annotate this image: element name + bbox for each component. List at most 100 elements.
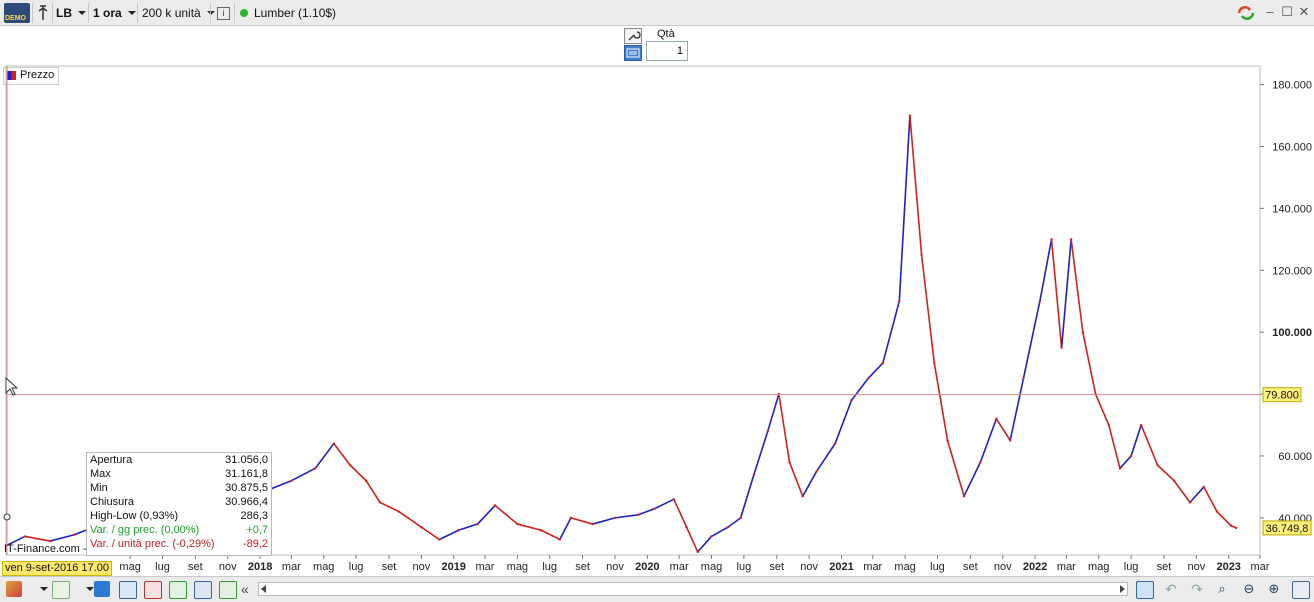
info-icon: i (217, 6, 230, 20)
chevron-down-icon (78, 11, 86, 15)
infobox-value: -89,2 (242, 538, 268, 550)
price-segment (1189, 486, 1205, 503)
price-segment (638, 507, 656, 516)
chevron-down-icon[interactable] (40, 587, 48, 591)
infobox-row: Max 31.161,8 (87, 467, 271, 481)
zoom-in-icon[interactable]: ⊕ (1266, 581, 1282, 597)
scroll-right-icon[interactable] (1120, 585, 1125, 593)
x-tick-label: set (188, 561, 203, 573)
price-point (1050, 238, 1053, 241)
close-icon[interactable]: ✕ (1297, 5, 1311, 19)
price-segment (673, 498, 688, 528)
x-tick-label: mag (507, 561, 528, 573)
wrench-icon[interactable] (624, 28, 642, 44)
price-point (898, 300, 901, 303)
horizontal-scrollbar[interactable] (258, 582, 1128, 596)
price-point (1202, 485, 1205, 489)
maximize-icon[interactable]: ☐ (1280, 5, 1294, 19)
price-segment (1130, 424, 1142, 457)
interval-select[interactable]: 1 ora (93, 3, 136, 23)
price-point (314, 467, 317, 470)
price-point (1139, 423, 1143, 427)
price-segment (815, 443, 836, 472)
y-tick-label: 120.000 (1272, 265, 1312, 277)
infobox-value: 286,3 (240, 510, 268, 522)
price-segment (540, 529, 561, 541)
x-tick-label: mar (282, 561, 301, 573)
undo-icon[interactable]: ↶ (1163, 581, 1179, 597)
price-point (752, 473, 756, 476)
zoom-fit-icon[interactable] (1136, 581, 1154, 599)
infobox-row: High-Low (0,93%) 286,3 (87, 509, 271, 523)
tools-icon[interactable] (36, 3, 50, 23)
x-tick-label: lug (542, 561, 557, 573)
indicator-icon[interactable] (6, 581, 22, 597)
cursor-arrow-icon (5, 376, 19, 396)
export-icon[interactable] (219, 581, 237, 599)
minimize-icon[interactable]: – (1263, 5, 1277, 19)
chevron-down-icon[interactable] (86, 587, 94, 591)
x-tick-label: 2018 (248, 561, 272, 573)
keyboard-icon[interactable] (624, 45, 642, 61)
price-point (1022, 377, 1025, 380)
price-point (1094, 392, 1097, 396)
price-segment (570, 517, 593, 525)
share-icon[interactable] (94, 581, 110, 597)
price-segment (933, 362, 949, 441)
comment-icon[interactable] (119, 581, 137, 599)
price-segment (314, 443, 335, 469)
price-segment (49, 534, 75, 542)
x-tick-label: nov (219, 561, 237, 573)
legend-label: Prezzo (20, 69, 55, 81)
interval-label: 1 ora (93, 6, 122, 20)
chart-type-icon[interactable] (52, 581, 70, 599)
qty-input[interactable] (646, 41, 688, 61)
redo-icon[interactable]: ↷ (1189, 581, 1205, 597)
x-tick-label: mar (1251, 561, 1270, 573)
price-point (962, 494, 966, 498)
table-icon[interactable] (169, 581, 187, 599)
x-tick-label: set (382, 561, 397, 573)
price-segment (614, 513, 639, 519)
price-point (685, 525, 688, 529)
scroll-left-icon[interactable] (261, 585, 266, 593)
price-point (788, 460, 791, 464)
price-point (1172, 479, 1176, 482)
price-segment (1070, 239, 1084, 333)
x-tick-label: mag (701, 561, 722, 573)
x-tick-label: lug (155, 561, 170, 573)
infobox-label: Max (90, 468, 111, 480)
x-tick-label: nov (800, 561, 818, 573)
price-segment (398, 511, 422, 528)
info-button[interactable]: i (217, 3, 230, 23)
x-tick-label: mag (313, 561, 334, 573)
ticker-select[interactable]: LB (56, 3, 86, 23)
price-point (672, 498, 676, 501)
price-legend[interactable]: Prezzo (3, 67, 60, 85)
price-segment (1039, 239, 1053, 302)
zoom-area-icon[interactable]: ⌕ (1214, 581, 1230, 597)
window-icon[interactable] (194, 581, 212, 599)
zoom-out-icon[interactable]: ⊖ (1241, 581, 1257, 597)
price-point (569, 516, 573, 520)
infobox-value: +0,7 (246, 524, 268, 536)
infobox-row: Min 30.875,5 (87, 481, 271, 495)
refresh-icon[interactable] (1236, 3, 1256, 23)
x-tick-label: mar (476, 561, 495, 573)
x-tick-label: 2021 (829, 561, 853, 573)
settings-icon[interactable] (1292, 581, 1310, 599)
price-point (739, 516, 742, 520)
infobox-row: Chiusura 30.966,4 (87, 495, 271, 509)
price-segment (1108, 424, 1121, 469)
list-icon[interactable] (144, 581, 162, 599)
collapse-icon[interactable]: « (241, 581, 249, 597)
demo-badge-icon[interactable]: DEMO (4, 3, 30, 23)
price-point (1234, 526, 1238, 530)
price-point (349, 464, 352, 467)
infobox-row: Var. / gg prec. (0,00%) +0,7 (87, 523, 271, 537)
price-point (908, 114, 912, 117)
x-tick-label: set (1157, 561, 1172, 573)
units-select[interactable]: 200 k unità (142, 3, 215, 23)
last-price-label: 36.749,8 (1266, 523, 1309, 535)
cursor-price-badge (1262, 387, 1302, 403)
